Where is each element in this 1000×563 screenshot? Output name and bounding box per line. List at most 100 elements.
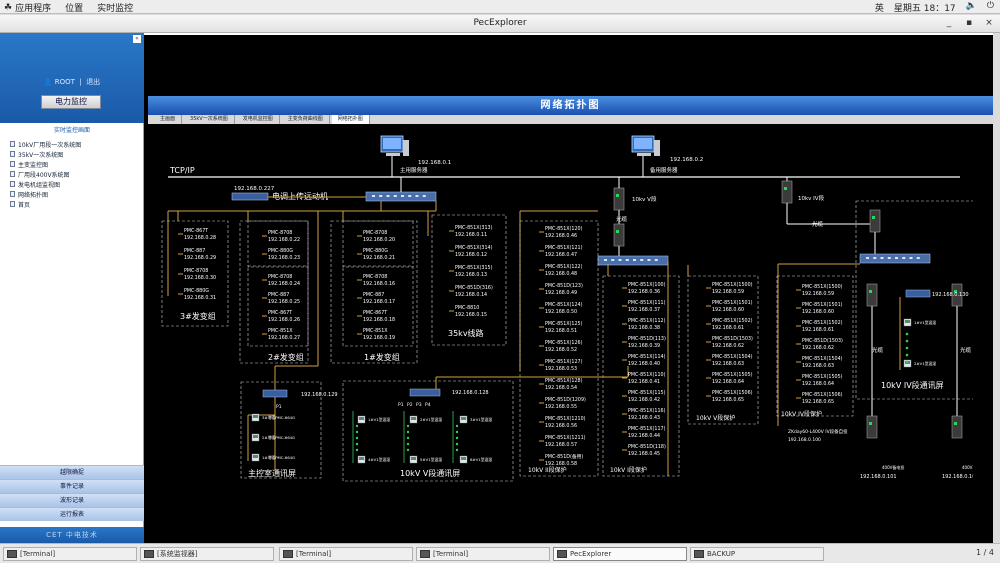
group1a-device-ip: 192.168.0.20	[363, 237, 395, 243]
end-left-ip: 192.168.0.101	[860, 474, 897, 480]
tree-item[interactable]: 10kV厂用段一次系统图	[10, 139, 140, 149]
workspace-pager[interactable]: 1 / 4	[976, 548, 994, 557]
minimize-button[interactable]: _	[942, 17, 956, 30]
dot-icon	[355, 448, 359, 452]
device-screen-icon	[411, 457, 416, 460]
v-device-label: 2#V1型温湿	[420, 417, 442, 422]
led-icon	[869, 290, 872, 293]
port-label: P1	[398, 402, 404, 408]
tree-item[interactable]: 发电机组监视图	[10, 179, 140, 189]
port-icon	[379, 195, 383, 197]
iv-cable-left-label: 光缆	[872, 346, 884, 354]
ii-seg-device-name: PMC-851X(122)	[545, 264, 583, 270]
v-device-label: 1#V1型温湿	[368, 417, 390, 422]
tree-item[interactable]: 35kV一次系统图	[10, 149, 140, 159]
end-left-label: 400V备电投	[882, 464, 904, 470]
v-seg-device-ip: 192.168.0.63	[712, 361, 744, 367]
sidebar-bottom-button[interactable]: 运行报表	[0, 507, 144, 521]
iv-gateway-icon[interactable]	[905, 289, 931, 298]
iv-cabinet-left-icon[interactable]	[866, 283, 878, 307]
clock[interactable]: 星期五 18：17	[894, 1, 956, 14]
page-icon	[10, 141, 15, 147]
sidebar-bottom-button[interactable]: 越限确捉	[0, 465, 144, 479]
taskbar-item-label: [系统监视器]	[157, 550, 198, 558]
taskbar-item-label: BACKUP	[707, 550, 736, 558]
device-screen-icon	[411, 417, 416, 420]
ii-seg-device-ip: 192.168.0.57	[545, 442, 577, 448]
logout-link[interactable]: 退出	[86, 78, 100, 86]
taskbar-item[interactable]: PecExplorer	[553, 547, 687, 561]
ii-seg-device-name: PMC-851X(124)	[545, 302, 583, 308]
main-device-label: 3#增暖PMC-664G	[262, 415, 295, 420]
v-seg-device-name: PMC-851X(1505)	[712, 372, 753, 378]
tree-item[interactable]: 厂用段400V系统图	[10, 169, 140, 179]
power-monitor-button[interactable]: 电力监控	[41, 95, 101, 109]
window-icon	[283, 550, 293, 558]
volume-icon[interactable]: 🔈	[966, 1, 977, 14]
taskbar-item[interactable]: [系统监视器]	[140, 547, 274, 561]
port-icon	[611, 259, 615, 261]
taskbar-item[interactable]: [Terminal]	[279, 547, 413, 561]
window-icon	[694, 550, 704, 558]
iv-cabinet-2-icon[interactable]	[869, 209, 881, 233]
tab[interactable]: 发电机监控图	[237, 115, 280, 124]
ii-seg-device-name: PMC-851X(126)	[545, 340, 583, 346]
i-seg-device-name: PMC-851D(113)	[628, 336, 666, 342]
ii-segment-title: 10kV II段保护	[528, 466, 567, 474]
device-screen-icon	[461, 417, 466, 420]
taskbar-item[interactable]: BACKUP	[690, 547, 824, 561]
v-screen-gateway-icon[interactable]	[409, 388, 441, 397]
username: ROOT	[54, 78, 75, 86]
v-device-label: 4#V1型温湿	[368, 457, 390, 462]
sidebar-bottom-button[interactable]: 事件记录	[0, 479, 144, 493]
port-icon	[873, 257, 877, 259]
v-seg-device-name: PMC-851X(1506)	[712, 390, 753, 396]
v-switch-cabinet-icon[interactable]	[613, 187, 625, 211]
menu-applications[interactable]: ☘ 应用程序	[4, 1, 51, 15]
iv-seg-device-ip: 192.168.0.61	[802, 327, 834, 333]
end-left-cabinet-icon[interactable]	[866, 415, 878, 439]
window-icon	[557, 550, 567, 558]
led-icon	[616, 194, 619, 197]
v-switch-cabinet-icon-2[interactable]	[613, 223, 625, 247]
taskbar-item[interactable]: [Terminal]	[3, 547, 137, 561]
collapse-icon[interactable]: «	[133, 35, 141, 43]
main-server-label: 主用服务器	[400, 166, 428, 174]
window-titlebar: PecExplorer _ ▪ ×	[0, 15, 1000, 33]
tree-item[interactable]: 网络拓扑图	[10, 189, 140, 199]
taskbar-item-label: [Terminal]	[20, 550, 56, 558]
tree-item[interactable]: 首页	[10, 199, 140, 209]
dot-icon	[905, 346, 909, 350]
tab[interactable]: 主变负荷曲线图	[282, 115, 330, 124]
main-screen-gateway-icon[interactable]	[262, 389, 288, 398]
tab[interactable]: 主画面	[154, 115, 183, 124]
menu-places[interactable]: 位置	[65, 1, 83, 14]
tree-item[interactable]: 主变监控图	[10, 159, 140, 169]
port-icon	[895, 257, 898, 259]
close-button[interactable]: ×	[982, 17, 996, 30]
group3-device-ip: 192.168.0.30	[184, 275, 216, 281]
taskbar-item[interactable]: [Terminal]	[416, 547, 550, 561]
end-right-cabinet-icon[interactable]	[951, 415, 963, 439]
group2b-device-name: PMC-8708	[268, 274, 292, 280]
top-menu: ☘ 应用程序 位置 实时监控	[4, 1, 133, 15]
iv-switch-cabinet-icon[interactable]	[781, 180, 793, 204]
dispatch-icon[interactable]	[231, 192, 269, 201]
iv-seg-device-ip: 192.168.0.62	[802, 345, 834, 351]
maximize-button[interactable]: ▪	[962, 17, 976, 30]
menu-realtime[interactable]: 实时监控	[97, 1, 133, 14]
sidebar-bottom-button[interactable]: 波形记录	[0, 493, 144, 507]
power-icon[interactable]: ⏻	[987, 1, 994, 14]
group35-device-ip: 192.168.0.13	[455, 272, 487, 278]
group35-device-name: PMC-851D(316)	[455, 285, 493, 291]
tab[interactable]: 35kV一次系统图	[184, 115, 235, 124]
main-top-border	[144, 33, 1000, 35]
group2a-device-ip: 192.168.0.22	[268, 237, 300, 243]
port-icon	[372, 195, 375, 197]
input-method[interactable]: 英	[875, 1, 884, 14]
group35-device-name: PMC-851X(315)	[455, 265, 493, 271]
group35-device-ip: 192.168.0.14	[455, 292, 487, 298]
dot-icon	[905, 360, 909, 364]
tab[interactable]: 网络拓扑图	[331, 115, 370, 124]
group-1-title: 1#发变组	[364, 352, 400, 362]
